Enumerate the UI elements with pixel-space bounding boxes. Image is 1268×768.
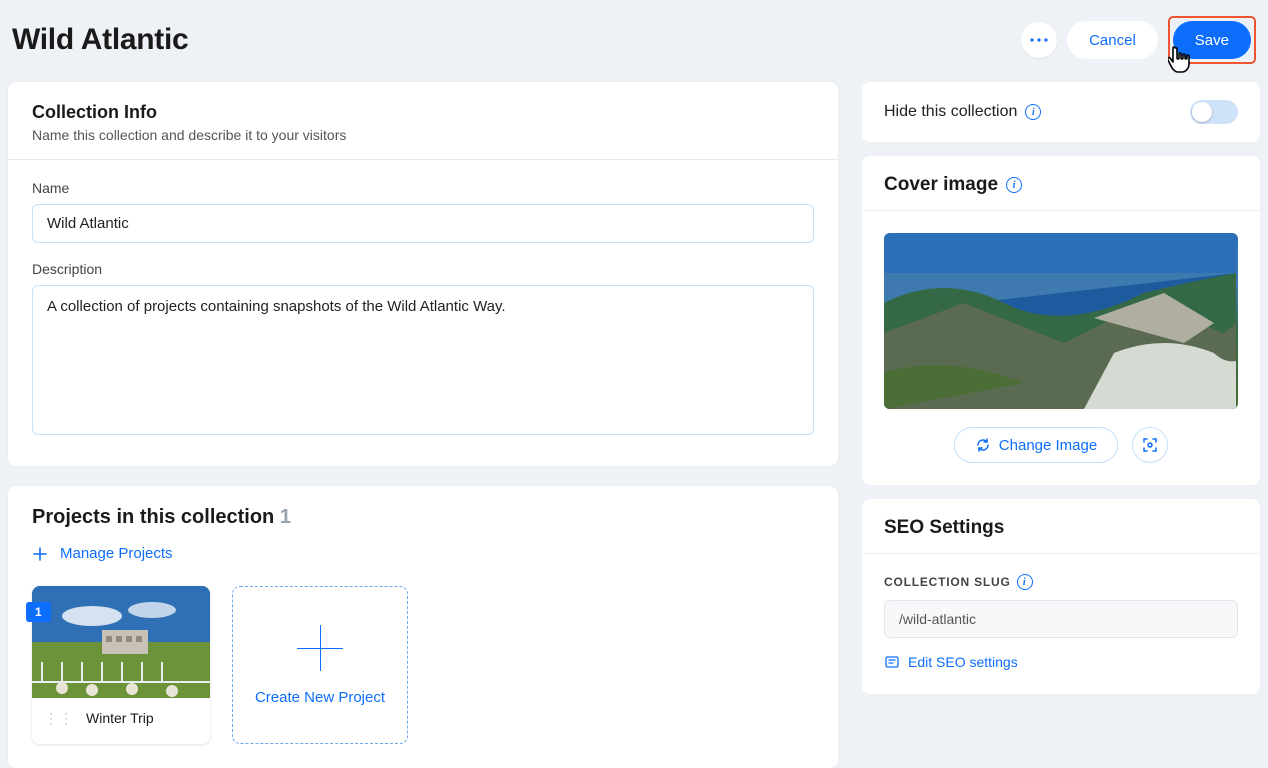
plus-icon	[32, 546, 48, 562]
drag-handle-icon[interactable]: ⋮⋮	[44, 714, 74, 722]
seo-card: SEO Settings COLLECTION SLUG i Edit SEO …	[862, 499, 1260, 694]
description-input[interactable]	[32, 285, 814, 435]
info-icon[interactable]: i	[1006, 177, 1022, 193]
project-card[interactable]: 1 ⋮⋮ Winter Trip	[32, 586, 210, 744]
refresh-icon	[975, 437, 991, 453]
cover-image-heading: Cover image	[884, 174, 998, 196]
projects-count: 1	[280, 506, 291, 528]
projects-card: Projects in this collection 1 Manage Pro…	[8, 486, 838, 768]
description-label: Description	[32, 261, 814, 277]
info-icon[interactable]: i	[1017, 574, 1033, 590]
cover-image-card: Cover image i	[862, 156, 1260, 485]
collection-info-subheading: Name this collection and describe it to …	[32, 127, 814, 143]
focal-point-button[interactable]	[1132, 427, 1168, 463]
cancel-button[interactable]: Cancel	[1067, 21, 1158, 59]
hide-collection-label: Hide this collection	[884, 103, 1017, 121]
project-thumbnail	[32, 586, 210, 698]
change-image-label: Change Image	[999, 437, 1097, 454]
hide-collection-toggle[interactable]	[1190, 100, 1238, 124]
plus-icon	[297, 625, 343, 671]
seo-heading: SEO Settings	[884, 517, 1004, 539]
edit-seo-link[interactable]: Edit SEO settings	[884, 654, 1238, 670]
change-image-button[interactable]: Change Image	[954, 427, 1118, 463]
slug-input[interactable]	[884, 600, 1238, 638]
project-order-badge: 1	[26, 602, 51, 622]
edit-seo-icon	[884, 654, 900, 670]
edit-seo-label: Edit SEO settings	[908, 654, 1018, 670]
cover-image-preview	[884, 233, 1238, 409]
save-button[interactable]: Save	[1173, 21, 1251, 59]
page-title: Wild Atlantic	[12, 23, 188, 57]
collection-info-card: Collection Info Name this collection and…	[8, 82, 838, 466]
toggle-knob	[1192, 102, 1212, 122]
slug-label: COLLECTION SLUG	[884, 575, 1011, 589]
hide-collection-card: Hide this collection i	[862, 82, 1260, 142]
ellipsis-icon	[1030, 38, 1048, 42]
name-label: Name	[32, 180, 814, 196]
create-project-label: Create New Project	[255, 689, 385, 706]
projects-heading: Projects in this collection	[32, 506, 274, 528]
info-icon[interactable]: i	[1025, 104, 1041, 120]
create-new-project-button[interactable]: Create New Project	[232, 586, 408, 744]
more-options-button[interactable]	[1021, 22, 1057, 58]
name-input[interactable]	[32, 204, 814, 243]
manage-projects-label: Manage Projects	[60, 545, 173, 562]
collection-info-heading: Collection Info	[32, 102, 814, 123]
manage-projects-button[interactable]: Manage Projects	[8, 535, 838, 564]
focal-point-icon	[1141, 436, 1159, 454]
project-title: Winter Trip	[86, 710, 154, 726]
